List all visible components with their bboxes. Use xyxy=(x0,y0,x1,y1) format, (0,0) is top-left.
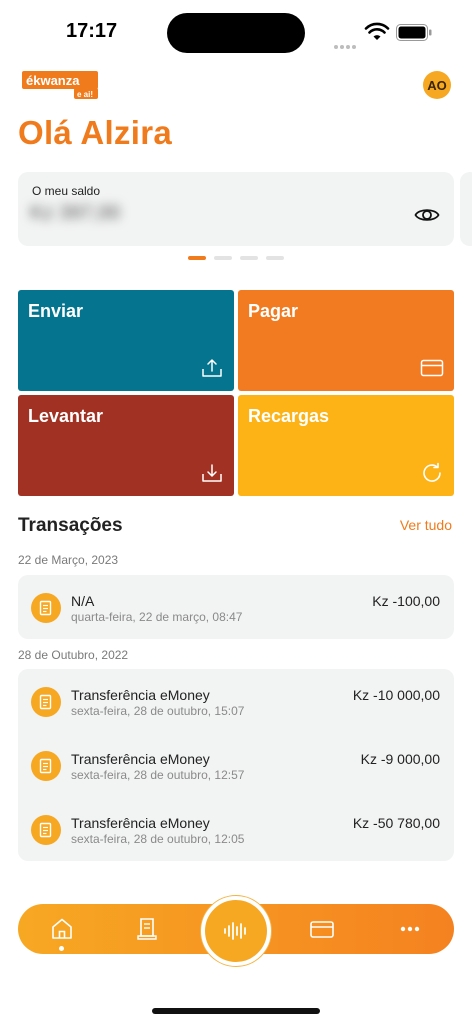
pagination-dot[interactable] xyxy=(266,256,284,260)
receipt-icon xyxy=(31,815,61,845)
svg-text:ékwanza: ékwanza xyxy=(26,73,80,88)
pagination-dot[interactable] xyxy=(240,256,258,260)
transaction-date: sexta-feira, 28 de outubro, 12:57 xyxy=(71,768,245,782)
more-icon[interactable] xyxy=(397,916,423,942)
transaction-amount: Kz -9 000,00 xyxy=(360,751,440,767)
transaction-group: N/A quarta-feira, 22 de março, 08:47 Kz … xyxy=(18,575,454,639)
withdraw-label: Levantar xyxy=(28,406,104,426)
transaction-name: Transferência eMoney xyxy=(71,751,210,767)
date-header: 22 de Março, 2023 xyxy=(18,553,119,567)
send-button[interactable]: Enviar xyxy=(18,290,234,391)
refresh-icon xyxy=(423,462,441,482)
balance-value: Kz 397,00 xyxy=(30,202,121,224)
status-bar: 17:17 xyxy=(0,0,472,60)
receipt-icon[interactable] xyxy=(135,916,161,942)
cellular-signal-icon xyxy=(334,36,358,49)
voice-assistant-button[interactable] xyxy=(201,896,271,966)
date-header: 28 de Outubro, 2022 xyxy=(18,648,129,662)
balance-card[interactable]: O meu saldo Kz 397,00 xyxy=(18,172,454,246)
transactions-title: Transações xyxy=(18,515,123,536)
transaction-name: Transferência eMoney xyxy=(71,687,210,703)
transaction-date: sexta-feira, 28 de outubro, 15:07 xyxy=(71,704,245,718)
transaction-row[interactable]: Transferência eMoney sexta-feira, 28 de … xyxy=(18,797,454,861)
ekwanza-logo: ékwanza e ai! xyxy=(22,71,98,99)
receipt-icon xyxy=(31,687,61,717)
topup-label: Recargas xyxy=(248,406,330,426)
transaction-row[interactable]: N/A quarta-feira, 22 de março, 08:47 Kz … xyxy=(18,575,454,639)
transaction-amount: Kz -100,00 xyxy=(372,593,440,609)
greeting-title: Olá Alzira xyxy=(18,114,172,151)
home-indicator[interactable] xyxy=(152,1008,320,1014)
withdraw-button[interactable]: Levantar xyxy=(18,395,234,496)
eye-icon[interactable] xyxy=(414,206,440,224)
card-icon[interactable] xyxy=(309,916,335,942)
transaction-amount: Kz -10 000,00 xyxy=(352,687,440,703)
balance-pagination xyxy=(188,256,284,262)
receipt-icon xyxy=(31,751,61,781)
wifi-icon xyxy=(364,22,390,40)
receipt-icon xyxy=(31,593,61,623)
home-icon[interactable] xyxy=(49,916,75,942)
upload-icon xyxy=(202,359,222,377)
transaction-name: N/A xyxy=(71,593,95,609)
transaction-name: Transferência eMoney xyxy=(71,815,210,831)
transaction-group: Transferência eMoney sexta-feira, 28 de … xyxy=(18,669,454,861)
transaction-date: sexta-feira, 28 de outubro, 12:05 xyxy=(71,832,245,846)
download-icon xyxy=(202,464,222,482)
next-balance-card[interactable] xyxy=(460,172,472,246)
voice-icon xyxy=(224,922,246,940)
transaction-row[interactable]: Transferência eMoney sexta-feira, 28 de … xyxy=(18,733,454,797)
active-indicator xyxy=(59,946,64,951)
card-icon xyxy=(420,359,444,377)
pay-label: Pagar xyxy=(248,301,299,321)
transaction-date: quarta-feira, 22 de março, 08:47 xyxy=(71,610,243,624)
battery-icon xyxy=(396,24,432,41)
balance-label: O meu saldo xyxy=(32,184,101,198)
send-label: Enviar xyxy=(28,301,84,321)
avatar[interactable]: AO xyxy=(423,71,451,99)
dynamic-island xyxy=(167,13,305,53)
see-all-link[interactable]: Ver tudo xyxy=(400,517,452,533)
transaction-amount: Kz -50 780,00 xyxy=(352,815,440,831)
topup-button[interactable]: Recargas xyxy=(238,395,454,496)
pagination-dot[interactable] xyxy=(214,256,232,260)
pay-button[interactable]: Pagar xyxy=(238,290,454,391)
status-time: 17:17 xyxy=(66,20,118,42)
transaction-row[interactable]: Transferência eMoney sexta-feira, 28 de … xyxy=(18,669,454,733)
svg-text:e ai!: e ai! xyxy=(77,90,93,99)
pagination-dot[interactable] xyxy=(188,256,206,260)
